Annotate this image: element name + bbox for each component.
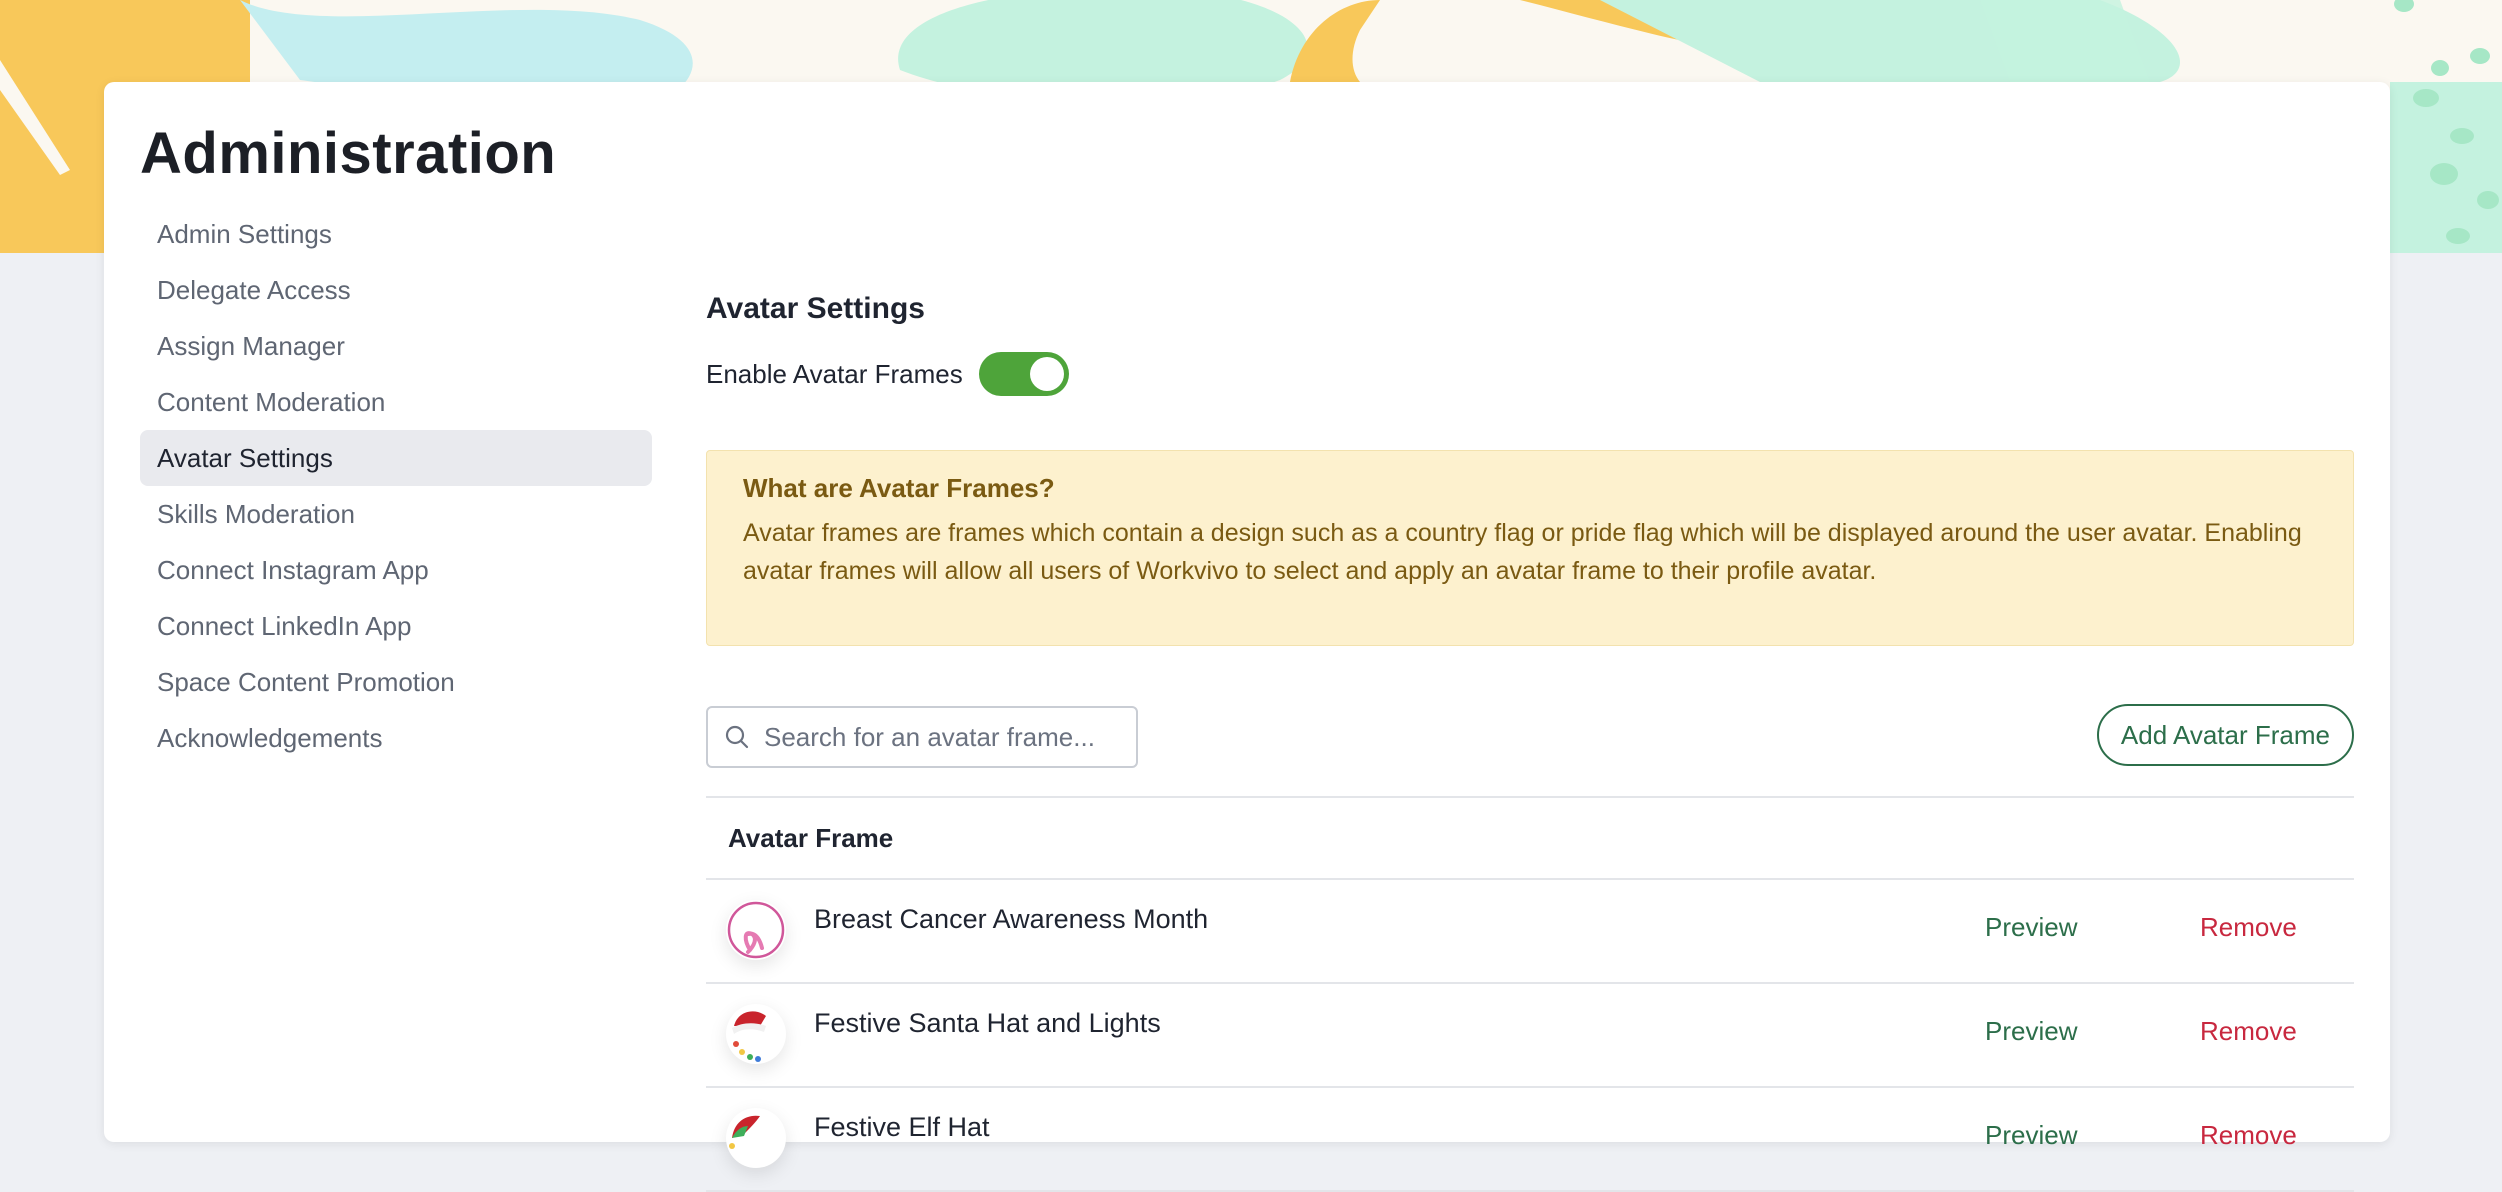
sidebar-item-content-moderation[interactable]: Content Moderation: [140, 374, 652, 430]
toggle-label: Enable Avatar Frames: [706, 358, 963, 389]
avatar-frame-name: Festive Santa Hat and Lights: [814, 1008, 1161, 1038]
pink-ribbon-frame-icon: [726, 900, 786, 960]
table-row: Breast Cancer Awareness Month Preview Re…: [706, 880, 2354, 984]
remove-link[interactable]: Remove: [2200, 1016, 2297, 1047]
sidebar-item-avatar-settings[interactable]: Avatar Settings: [140, 430, 652, 486]
search-box: [706, 706, 1138, 768]
table-row: Festive Elf Hat Preview Remove: [706, 1088, 2354, 1192]
sidebar: Admin Settings Delegate Access Assign Ma…: [140, 206, 652, 766]
enable-avatar-frames-row: Enable Avatar Frames: [706, 352, 1069, 396]
info-title: What are Avatar Frames?: [743, 473, 1055, 503]
preview-link[interactable]: Preview: [1985, 1120, 2077, 1151]
page-title: Administration: [140, 121, 557, 186]
section-title: Avatar Settings: [706, 292, 925, 325]
preview-link[interactable]: Preview: [1985, 912, 2077, 943]
sidebar-item-skills-moderation[interactable]: Skills Moderation: [140, 486, 652, 542]
info-callout: What are Avatar Frames? Avatar frames ar…: [706, 450, 2354, 646]
remove-link[interactable]: Remove: [2200, 912, 2297, 943]
preview-link[interactable]: Preview: [1985, 1016, 2077, 1047]
sidebar-item-acknowledgements[interactable]: Acknowledgements: [140, 710, 652, 766]
sidebar-item-assign-manager[interactable]: Assign Manager: [140, 318, 652, 374]
sidebar-item-admin-settings[interactable]: Admin Settings: [140, 206, 652, 262]
search-icon: [725, 725, 749, 749]
elf-hat-frame-icon: [726, 1108, 786, 1168]
sidebar-item-space-content-promotion[interactable]: Space Content Promotion: [140, 654, 652, 710]
enable-avatar-frames-toggle[interactable]: [978, 352, 1069, 396]
table-header: Avatar Frame: [706, 796, 2354, 880]
table-row: Festive Santa Hat and Lights Preview Rem…: [706, 984, 2354, 1088]
avatar-frame-table: Avatar Frame Breast Cancer Awareness Mon…: [706, 796, 2354, 1192]
sidebar-item-connect-instagram-app[interactable]: Connect Instagram App: [140, 542, 652, 598]
search-input[interactable]: [762, 720, 1106, 754]
sidebar-item-connect-linkedin-app[interactable]: Connect LinkedIn App: [140, 598, 652, 654]
toggle-knob: [1029, 357, 1064, 391]
sidebar-item-delegate-access[interactable]: Delegate Access: [140, 262, 652, 318]
info-text: Avatar frames are frames which contain a…: [743, 519, 2302, 585]
admin-card: Administration Admin Settings Delegate A…: [104, 82, 2390, 1192]
avatar-frame-name: Breast Cancer Awareness Month: [814, 904, 1209, 934]
remove-link[interactable]: Remove: [2200, 1120, 2297, 1151]
santa-hat-frame-icon: [726, 1004, 786, 1064]
add-avatar-frame-button[interactable]: Add Avatar Frame: [2096, 704, 2354, 766]
